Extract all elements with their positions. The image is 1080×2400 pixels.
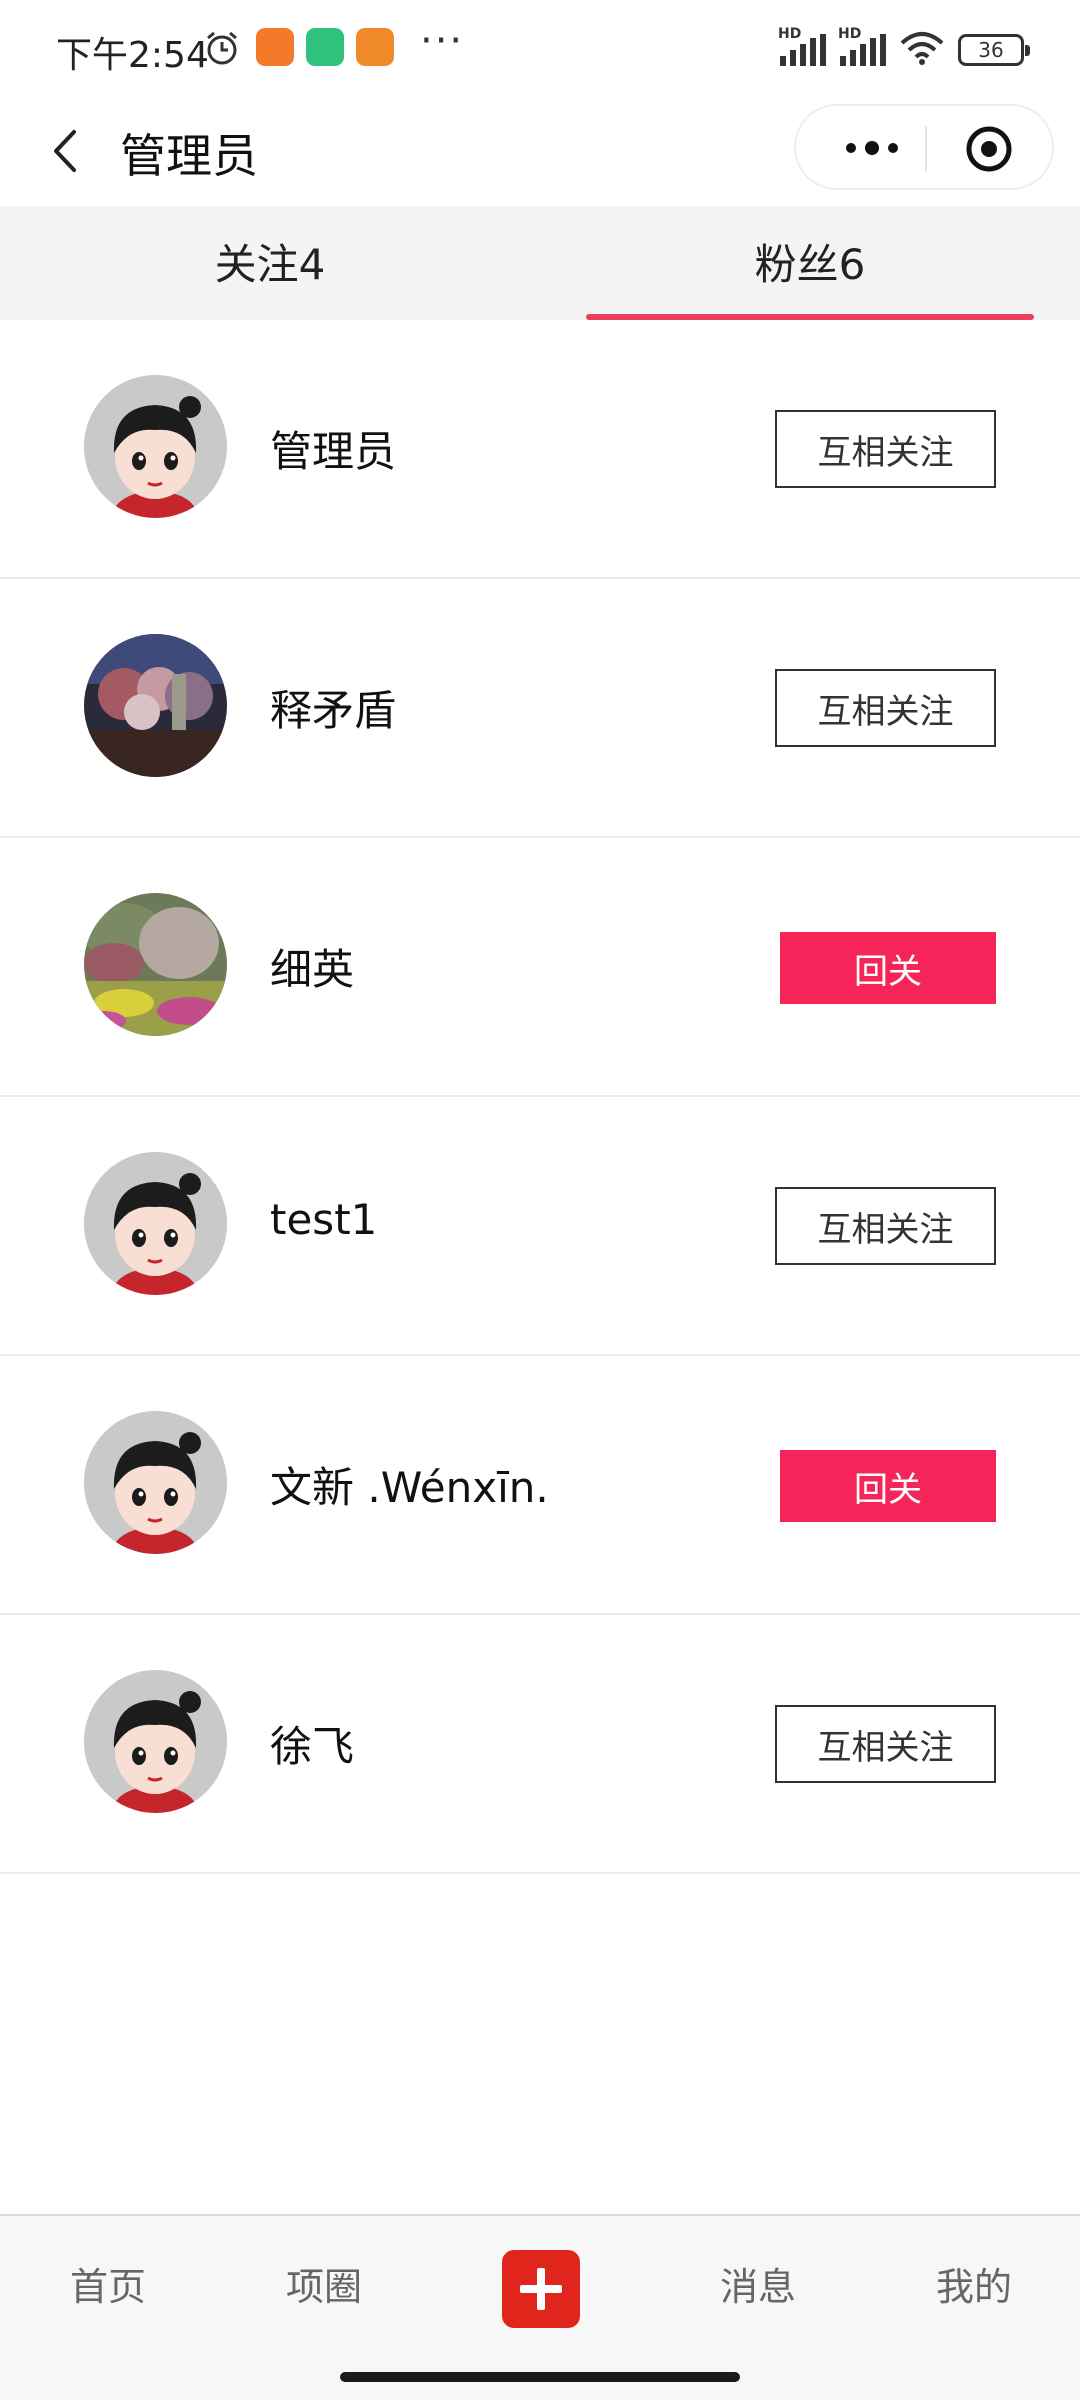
user-name[interactable]: 释矛盾 [270, 677, 396, 738]
list-item[interactable]: 管理员 互相关注 [0, 320, 1080, 579]
video-app-icon [256, 28, 294, 66]
avatar[interactable] [84, 1411, 227, 1554]
list-item[interactable]: 文新 .Wénxīn. 回关 [0, 1356, 1080, 1615]
follower-list: 管理员 互相关注 释矛盾 互相关注 细英 回关 test1 互相关注 文新 .W… [0, 320, 1080, 1874]
user-name[interactable]: 文新 .Wénxīn. [270, 1454, 549, 1515]
shield-app-icon [306, 28, 344, 66]
mutual-follow-button[interactable]: 互相关注 [775, 1187, 996, 1265]
page-title: 管理员 [120, 129, 258, 183]
tab-following[interactable]: 关注4 [0, 206, 540, 320]
signal-icon-2: HD [838, 26, 886, 66]
list-item[interactable]: 徐飞 互相关注 [0, 1615, 1080, 1874]
wifi-icon [900, 31, 944, 69]
list-item[interactable]: 释矛盾 互相关注 [0, 579, 1080, 838]
more-icon[interactable] [826, 128, 926, 168]
avatar[interactable] [84, 1152, 227, 1295]
plus-icon [520, 2268, 562, 2310]
follow-back-button[interactable]: 回关 [780, 932, 996, 1004]
nav-messages[interactable]: 消息 [688, 2256, 828, 2311]
mutual-follow-button[interactable]: 互相关注 [775, 1705, 996, 1783]
battery-icon: 36 [958, 34, 1030, 66]
user-name[interactable]: 管理员 [270, 418, 396, 479]
avatar[interactable] [84, 893, 227, 1036]
home-indicator-bar[interactable] [340, 2372, 740, 2382]
list-item[interactable]: test1 互相关注 [0, 1097, 1080, 1356]
follow-back-button[interactable]: 回关 [780, 1450, 996, 1522]
status-more-icon: ··· [420, 18, 465, 64]
bottom-nav: 首页 项圈 消息 我的 [0, 2214, 1080, 2356]
mini-program-capsule [794, 104, 1054, 190]
nav-home[interactable]: 首页 [38, 2256, 178, 2311]
nav-collar[interactable]: 项圈 [254, 2256, 394, 2311]
nav-mine[interactable]: 我的 [904, 2256, 1044, 2311]
signal-icon: HD [778, 26, 826, 66]
avatar[interactable] [84, 634, 227, 777]
mi-app-icon [356, 28, 394, 66]
list-item[interactable]: 细英 回关 [0, 838, 1080, 1097]
alarm-icon [204, 30, 240, 70]
status-time: 下午2:54 [56, 35, 209, 76]
avatar[interactable] [84, 375, 227, 518]
mutual-follow-button[interactable]: 互相关注 [775, 410, 996, 488]
user-name[interactable]: 徐飞 [270, 1713, 354, 1774]
avatar[interactable] [84, 1670, 227, 1813]
status-right: HD HD 36 [778, 26, 1030, 70]
capsule-divider [925, 126, 927, 172]
back-icon[interactable] [44, 126, 94, 176]
status-bar: 下午2:54 ··· HD HD 36 [0, 0, 1080, 96]
home-indicator [0, 2356, 1080, 2400]
tab-fans[interactable]: 粉丝6 [540, 206, 1080, 320]
nav-bar: 管理员 [0, 96, 1080, 206]
user-name[interactable]: test1 [270, 1195, 377, 1244]
add-button[interactable] [502, 2250, 580, 2328]
close-target-icon[interactable] [964, 124, 1014, 174]
tab-bar: 关注4 粉丝6 [0, 206, 1080, 320]
mutual-follow-button[interactable]: 互相关注 [775, 669, 996, 747]
user-name[interactable]: 细英 [270, 936, 354, 997]
